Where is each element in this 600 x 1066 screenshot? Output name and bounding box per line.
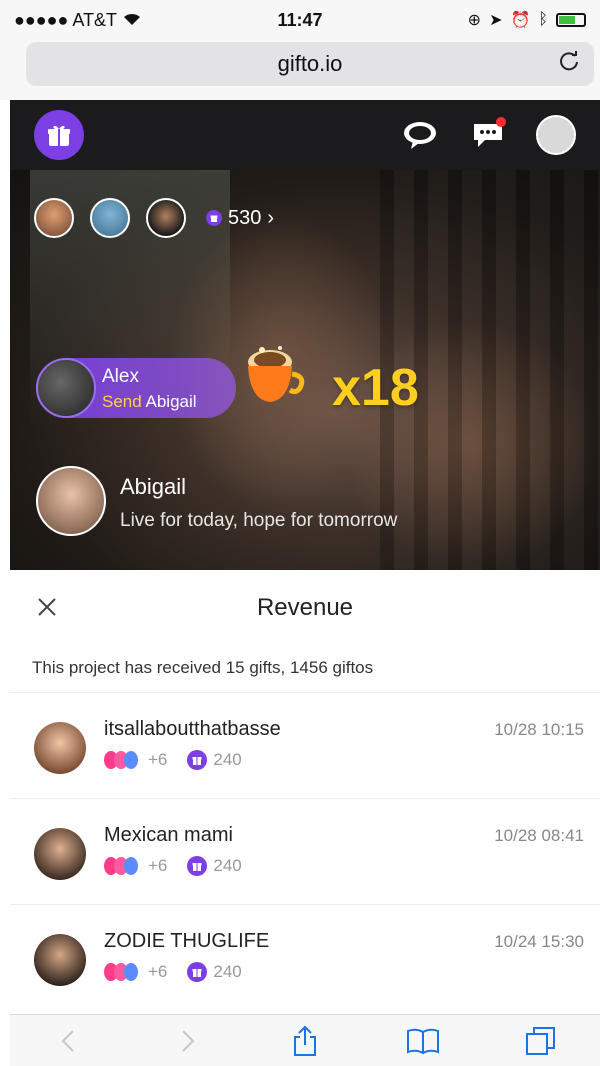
gift-summary: +6 240 (104, 750, 242, 770)
donor-name: itsallaboutthatbasse (104, 718, 281, 740)
viewer-avatar[interactable] (146, 198, 186, 238)
back-icon[interactable] (49, 1021, 89, 1061)
reload-icon[interactable] (558, 50, 580, 79)
gift-amount: 240 (213, 856, 242, 875)
gifto-coin-icon (187, 856, 208, 876)
status-icons: ⊕ ➤ ⏰ ᛒ (468, 10, 586, 30)
gift-icon[interactable] (34, 110, 84, 160)
url-text: gifto.io (277, 51, 343, 76)
alarm-icon: ⏰ (510, 12, 531, 29)
sender-avatar (36, 358, 96, 418)
gift-summary: +6 240 (104, 962, 242, 982)
viewer-list[interactable]: 530 › (34, 198, 274, 238)
donor-name: Mexican mami (104, 824, 233, 846)
browser-bar: gifto.io (0, 40, 600, 100)
gift-amount: 240 (213, 750, 242, 769)
wifi-icon (123, 10, 141, 31)
browser-toolbar (10, 1014, 600, 1066)
gift-recipient: Abigail (145, 392, 197, 411)
header-actions (400, 115, 576, 155)
gift-timestamp: 10/24 15:30 (494, 932, 584, 951)
message-icon[interactable] (468, 115, 508, 155)
viewer-avatar[interactable] (34, 198, 74, 238)
host-name: Abigail (120, 474, 187, 499)
avatar[interactable] (34, 828, 86, 880)
gift-emoji-icons (104, 963, 138, 981)
chevron-right-icon: › (267, 206, 275, 229)
extra-gift-count: +6 (148, 962, 168, 981)
viewer-avatar[interactable] (90, 198, 130, 238)
app-header (10, 100, 600, 170)
gift-emoji-icons (104, 751, 138, 769)
revenue-sheet: Revenue This project has received 15 gif… (10, 570, 600, 1014)
viewer-count-button[interactable]: 530 › (206, 207, 274, 230)
avatar[interactable] (34, 722, 86, 774)
list-item[interactable]: ZODIE THUGLIFE 10/24 15:30 +6 240 (10, 904, 600, 1010)
gift-summary: +6 240 (104, 856, 242, 876)
live-stream-view[interactable]: 530 › Alex Send Abigail x18 Abigail Live… (10, 170, 600, 570)
viewer-count-value: 530 (228, 206, 262, 229)
list-item[interactable]: itsallaboutthatbasse 10/28 10:15 +6 240 (10, 692, 600, 798)
extra-gift-count: +6 (148, 750, 168, 769)
sheet-title: Revenue (256, 594, 354, 621)
address-bar[interactable]: gifto.io (26, 42, 594, 86)
location-icon: ➤ (489, 12, 503, 29)
gifto-coin-icon (187, 962, 208, 982)
battery-icon (556, 13, 586, 27)
gift-amount: 240 (213, 962, 242, 981)
gifto-coin-icon (206, 210, 222, 226)
forward-icon[interactable] (167, 1021, 207, 1061)
revenue-summary: This project has received 15 gifts, 1456… (32, 658, 374, 677)
gifto-coin-icon (187, 750, 208, 770)
gift-timestamp: 10/28 10:15 (494, 720, 584, 739)
notification-dot (496, 117, 506, 127)
carrier-group: ●●●●● AT&T (14, 10, 141, 31)
carrier-label: ●●●●● AT&T (14, 9, 118, 30)
send-label: Send (102, 392, 142, 411)
status-bar: ●●●●● AT&T 11:47 ⊕ ➤ ⏰ ᛒ (0, 0, 600, 40)
orientation-lock-icon: ⊕ (467, 12, 482, 29)
profile-icon[interactable] (536, 115, 576, 155)
gift-multiplier: x18 (332, 359, 419, 417)
extra-gift-count: +6 (148, 856, 168, 875)
host-tagline: Live for today, hope for tomorrow (120, 510, 398, 531)
gift-emoji-icons (104, 857, 138, 875)
donor-name: ZODIE THUGLIFE (104, 930, 270, 952)
gift-action-line: Send Abigail (102, 392, 197, 412)
bluetooth-icon: ᛒ (538, 11, 548, 28)
sender-name: Alex (102, 366, 139, 387)
coffee-cup-gift-icon (238, 340, 308, 410)
bookmarks-icon[interactable] (403, 1021, 443, 1061)
avatar[interactable] (34, 934, 86, 986)
list-item[interactable]: Mexican mami 10/28 08:41 +6 240 (10, 798, 600, 904)
share-icon[interactable] (285, 1021, 325, 1061)
tabs-icon[interactable] (521, 1021, 561, 1061)
gift-timestamp: 10/28 08:41 (494, 826, 584, 845)
host-avatar[interactable] (36, 466, 106, 536)
chat-bubble-icon[interactable] (400, 115, 440, 155)
